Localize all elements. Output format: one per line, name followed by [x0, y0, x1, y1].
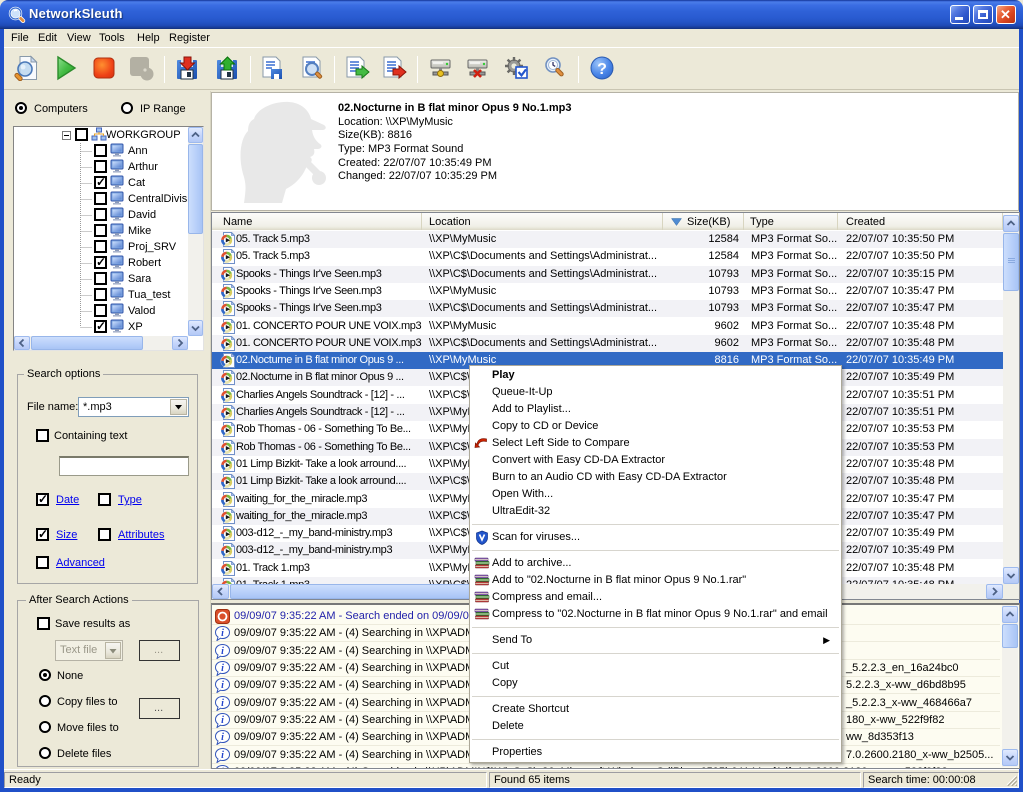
svg-text:?: ?: [597, 61, 607, 78]
